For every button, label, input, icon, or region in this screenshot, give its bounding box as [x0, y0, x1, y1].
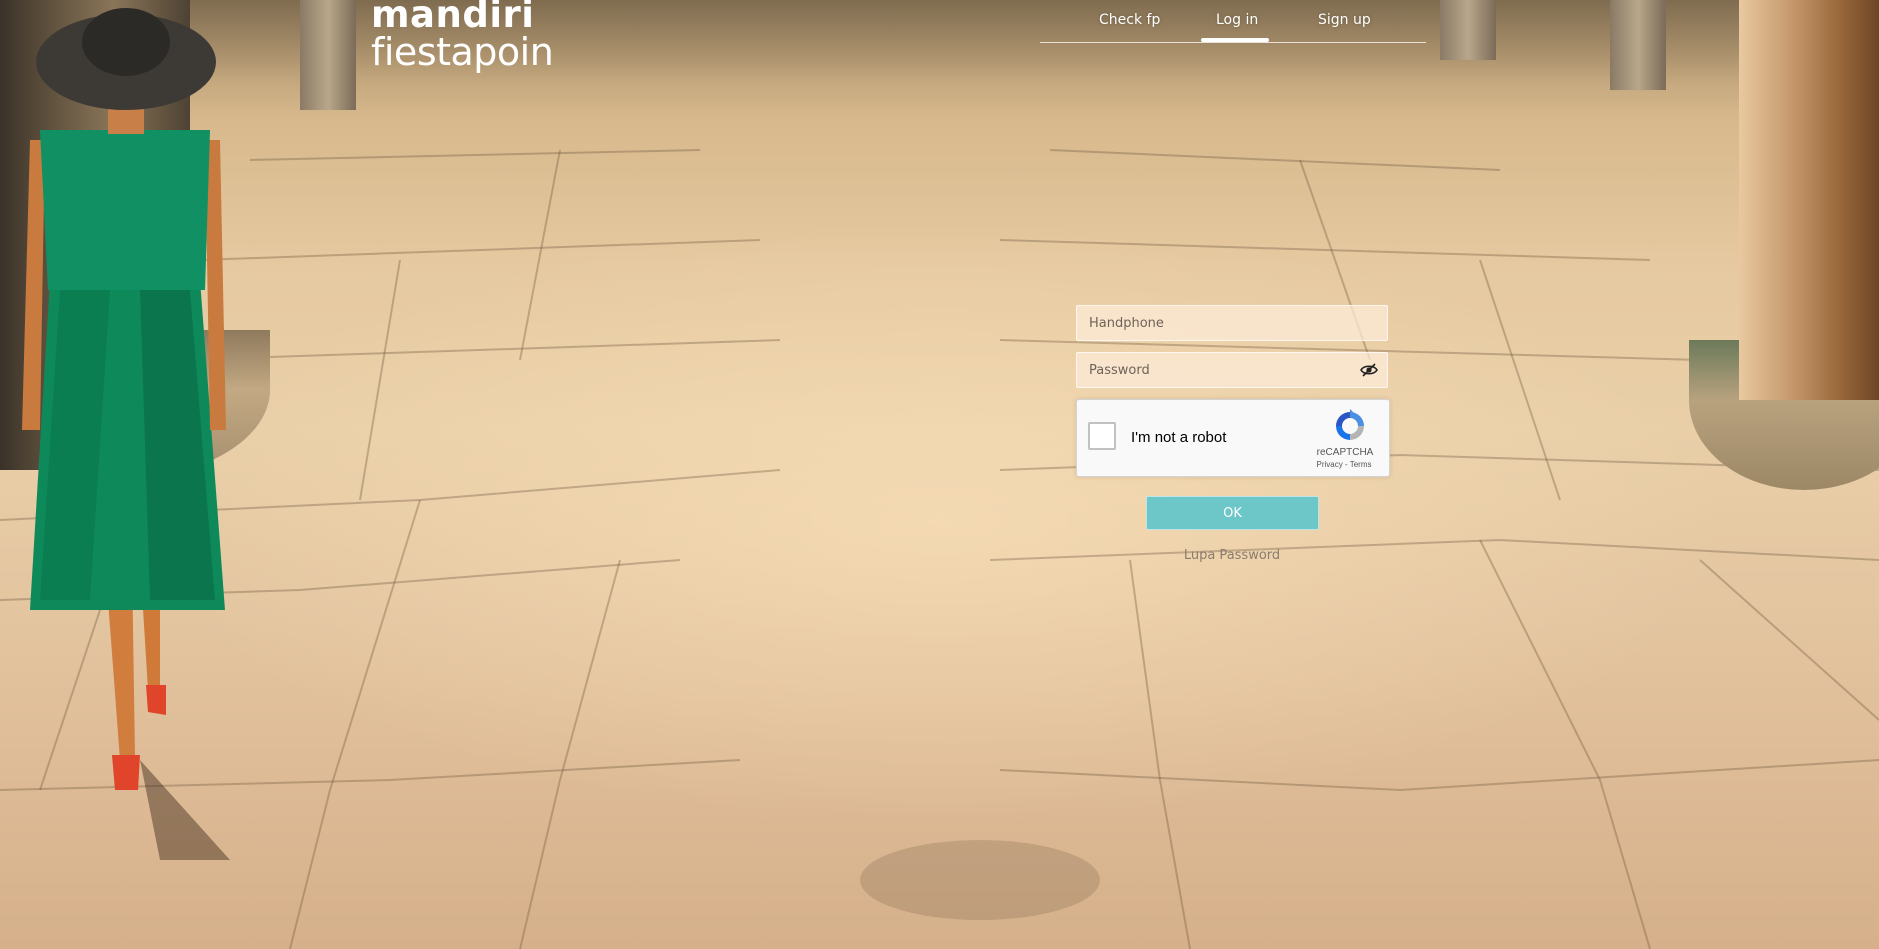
password-field [1076, 352, 1388, 388]
nav-log-in[interactable]: Log in [1216, 12, 1258, 28]
background-photo [0, 0, 1879, 949]
recaptcha-privacy-terms-link[interactable]: Privacy - Terms [1311, 460, 1377, 469]
recaptcha-label: I'm not a robot [1131, 429, 1227, 446]
background-pillar [1440, 0, 1496, 60]
handphone-field [1076, 305, 1388, 341]
ok-button[interactable]: OK [1146, 496, 1319, 530]
recaptcha-checkbox[interactable] [1088, 422, 1116, 450]
woman-figure [22, 8, 230, 860]
recaptcha-brand: reCAPTCHA [1316, 447, 1374, 458]
password-input[interactable] [1077, 353, 1387, 387]
nav-check-fp[interactable]: Check fp [1099, 12, 1160, 28]
background-pillar [300, 0, 356, 110]
eye-slash-icon[interactable] [1360, 363, 1378, 377]
nav-sign-up[interactable]: Sign up [1318, 12, 1371, 28]
recaptcha-widget: I'm not a robot reCAPTCHA Privacy - Term… [1076, 399, 1390, 477]
login-form: I'm not a robot reCAPTCHA Privacy - Term… [1076, 305, 1390, 563]
brand-logo[interactable]: mandiri fiestapoin [371, 0, 554, 74]
top-nav: Check fp Log in Sign up [1040, 0, 1426, 43]
login-page: mandiri fiestapoin Check fp Log in Sign … [0, 0, 1879, 949]
handphone-input[interactable] [1077, 306, 1387, 340]
logo-text-fiestapoin: fiestapoin [371, 30, 554, 74]
right-column [1739, 0, 1879, 400]
forgot-password-link[interactable]: Lupa Password [1076, 548, 1388, 563]
active-tab-indicator [1201, 38, 1269, 42]
paving-stones [0, 149, 1879, 949]
logo-text-mandiri: mandiri [371, 0, 535, 36]
recaptcha-logo-icon [1336, 409, 1364, 440]
background-pillar [1610, 0, 1666, 90]
